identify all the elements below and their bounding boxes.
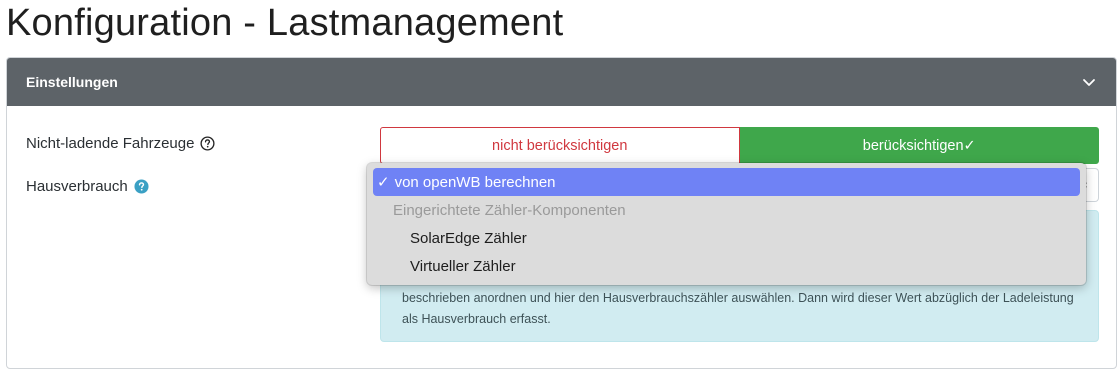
- dropdown-option-label: von openWB berechnen: [394, 173, 556, 191]
- dropdown-group-label: Eingerichtete Zähler-Komponenten: [393, 201, 626, 219]
- house-consumption-dropdown: ✓ von openWB berechnen Eingerichtete Zäh…: [367, 163, 1086, 285]
- dropdown-option-openwb[interactable]: ✓ von openWB berechnen: [373, 168, 1080, 196]
- dropdown-option-virtual[interactable]: Virtueller Zähler: [373, 252, 1080, 280]
- vehicles-ignore-button[interactable]: nicht berücksichtigen: [380, 127, 740, 164]
- vehicles-toggle-group: nicht berücksichtigen berücksichtigen✓: [380, 127, 1099, 164]
- card-header-title: Einstellungen: [26, 74, 118, 90]
- vehicles-row-label: Nicht-ladende Fahrzeuge: [26, 135, 215, 152]
- page-title: Konfiguration - Lastmanagement: [6, 2, 564, 44]
- card-header[interactable]: Einstellungen: [7, 58, 1116, 106]
- question-circle-icon[interactable]: [200, 136, 215, 151]
- dropdown-option-solaredge[interactable]: SolarEdge Zähler: [373, 224, 1080, 252]
- house-label: Hausverbrauch: [26, 178, 128, 195]
- info-text: beschrieben anordnen und hier den Hausve…: [402, 291, 1074, 326]
- question-circle-filled-icon[interactable]: [134, 179, 149, 194]
- check-icon: ✓: [377, 174, 390, 191]
- chevron-down-icon[interactable]: [1081, 74, 1097, 90]
- vehicles-label: Nicht-ladende Fahrzeuge: [26, 135, 195, 152]
- vehicles-consider-button[interactable]: berücksichtigen✓: [739, 127, 1099, 164]
- house-row-label: Hausverbrauch: [26, 178, 149, 195]
